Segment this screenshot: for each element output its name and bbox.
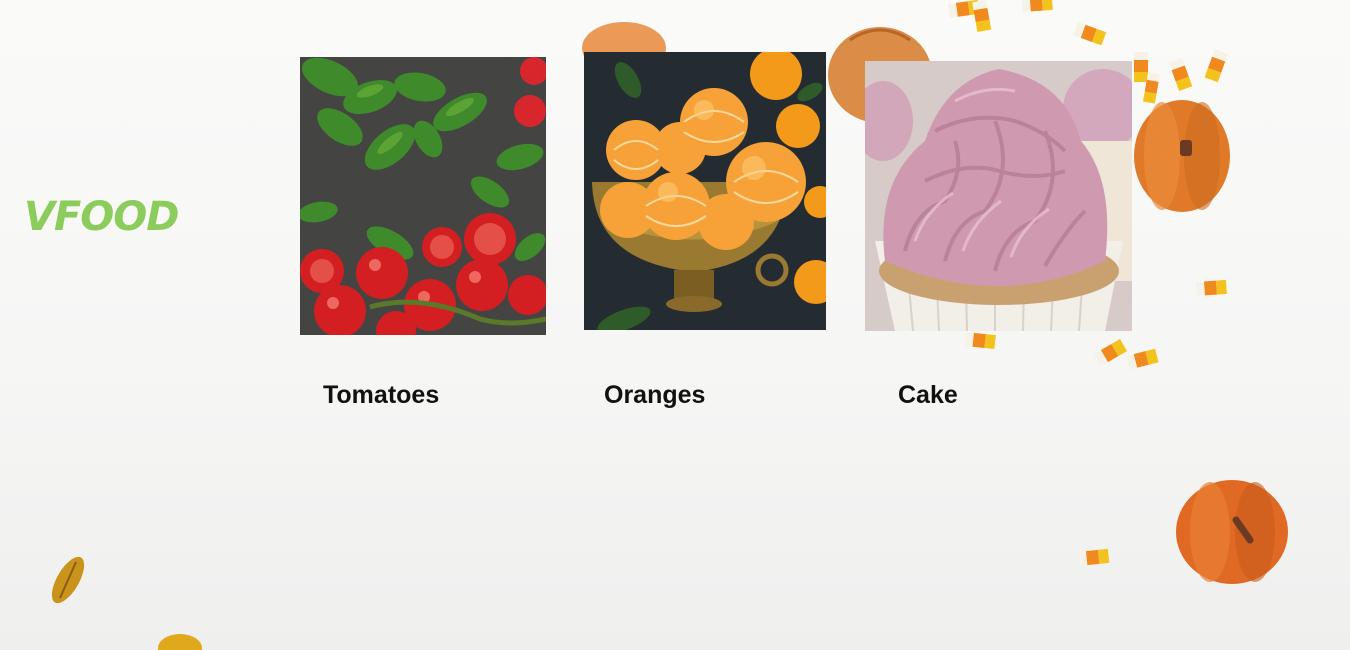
tomatoes-image (300, 57, 546, 335)
product-name-tomatoes[interactable]: Tomatoes (323, 381, 439, 410)
product-card-oranges[interactable] (584, 52, 826, 330)
product-card-cake[interactable] (865, 61, 1132, 331)
pumpkin-icon (1176, 480, 1288, 584)
cake-image (865, 61, 1132, 331)
oranges-image (584, 52, 826, 330)
leaf-icon (51, 556, 202, 650)
product-name-oranges[interactable]: Oranges (604, 381, 705, 410)
product-card-tomatoes[interactable] (300, 57, 546, 335)
product-name-cake[interactable]: Cake (898, 381, 958, 410)
logo-text: VFOOD (24, 194, 179, 240)
pumpkin-icon (1134, 100, 1230, 212)
logo-wordmark: VFOOD (24, 194, 180, 240)
brand-logo[interactable]: VFOOD (22, 188, 202, 244)
